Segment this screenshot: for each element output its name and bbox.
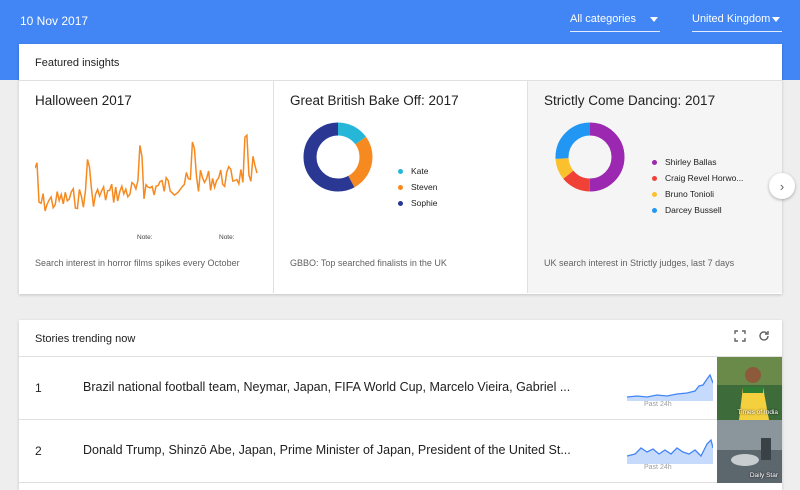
story-sparkline [627,438,713,464]
panel-caption: GBBO: Top searched finalists in the UK [290,258,447,268]
category-select-value: All categories [570,13,637,25]
trending-stories-card: Stories trending now 1 Brazil national f… [19,320,782,490]
strictly-donut-chart [555,122,625,192]
sparkline-label: Past 24h [644,401,672,408]
legend-label: Shirley Ballas [665,157,717,167]
halloween-trend-line [35,133,258,212]
legend-dot [652,191,657,197]
report-date: 10 Nov 2017 [20,14,89,28]
chevron-down-icon [650,17,658,22]
story-title[interactable]: Brazil national football team, Neymar, J… [83,380,593,394]
legend-item: Darcey Bussell [652,202,743,218]
legend-dot [652,175,657,181]
legend-item: Craig Revel Horwo... [652,170,743,186]
bake-off-donut-chart [303,122,373,192]
category-select[interactable]: All categories [570,10,660,32]
trending-stories-title: Stories trending now [19,320,782,357]
next-insights-button[interactable]: › [769,173,795,199]
featured-insights-card: Featured insights Halloween 2017 Note: N… [19,44,782,294]
legend-label: Bruno Tonioli [665,189,714,199]
panel-title: Strictly Come Dancing: 2017 [544,93,716,108]
legend-label: Kate [411,166,429,176]
story-rank: 2 [35,444,42,458]
thumbnail-source: Daily Star [749,472,778,479]
insight-panel-strictly[interactable]: Strictly Come Dancing: 2017 Shirley Ball… [528,81,782,293]
trending-story-row[interactable]: 1 Brazil national football team, Neymar,… [19,357,782,420]
country-select-value: United Kingdom [692,13,771,25]
legend-item: Shirley Ballas [652,154,743,170]
bake-off-legend: Kate Steven Sophie [398,163,437,211]
legend-item: Steven [398,179,437,195]
fullscreen-icon[interactable] [734,330,746,345]
legend-label: Darcey Bussell [665,205,722,215]
legend-label: Steven [411,182,438,192]
legend-dot [652,159,657,165]
legend-dot [398,200,403,206]
panel-caption: UK search interest in Strictly judges, l… [544,258,735,268]
featured-insights-title: Featured insights [19,44,782,81]
legend-dot [398,168,403,174]
chevron-down-icon [772,17,780,22]
legend-item: Sophie [398,195,437,211]
story-sparkline [627,373,713,401]
legend-label: Sophie [411,198,438,208]
legend-label: Craig Revel Horwo... [665,173,744,183]
story-thumbnail[interactable]: Daily Star [717,420,782,483]
thumbnail-source: Times of India [737,409,778,416]
chart-note[interactable]: Note: [219,234,235,241]
legend-dot [398,184,403,190]
trending-story-row[interactable]: 2 Donald Trump, Shinzō Abe, Japan, Prime… [19,420,782,483]
chart-note[interactable]: Note: [137,234,153,241]
legend-item: Kate [398,163,437,179]
refresh-icon[interactable] [758,330,770,345]
story-rank: 1 [35,381,42,395]
panel-caption: Search interest in horror films spikes e… [35,258,240,268]
story-thumbnail[interactable]: Times of India [717,357,782,420]
insight-panel-halloween[interactable]: Halloween 2017 Note: Note: Search intere… [19,81,274,293]
chevron-right-icon: › [779,178,785,194]
legend-item: Bruno Tonioli [652,186,743,202]
panel-title: Great British Bake Off: 2017 [290,93,459,108]
legend-dot [652,207,657,213]
story-title[interactable]: Donald Trump, Shinzō Abe, Japan, Prime M… [83,443,593,457]
panel-title: Halloween 2017 [35,93,132,108]
sparkline-label: Past 24h [644,464,672,471]
country-select[interactable]: United Kingdom [692,10,782,32]
insight-panel-bake-off[interactable]: Great British Bake Off: 2017 Kate Steven… [274,81,528,293]
strictly-legend: Shirley Ballas Craig Revel Horwo... Brun… [652,154,743,218]
